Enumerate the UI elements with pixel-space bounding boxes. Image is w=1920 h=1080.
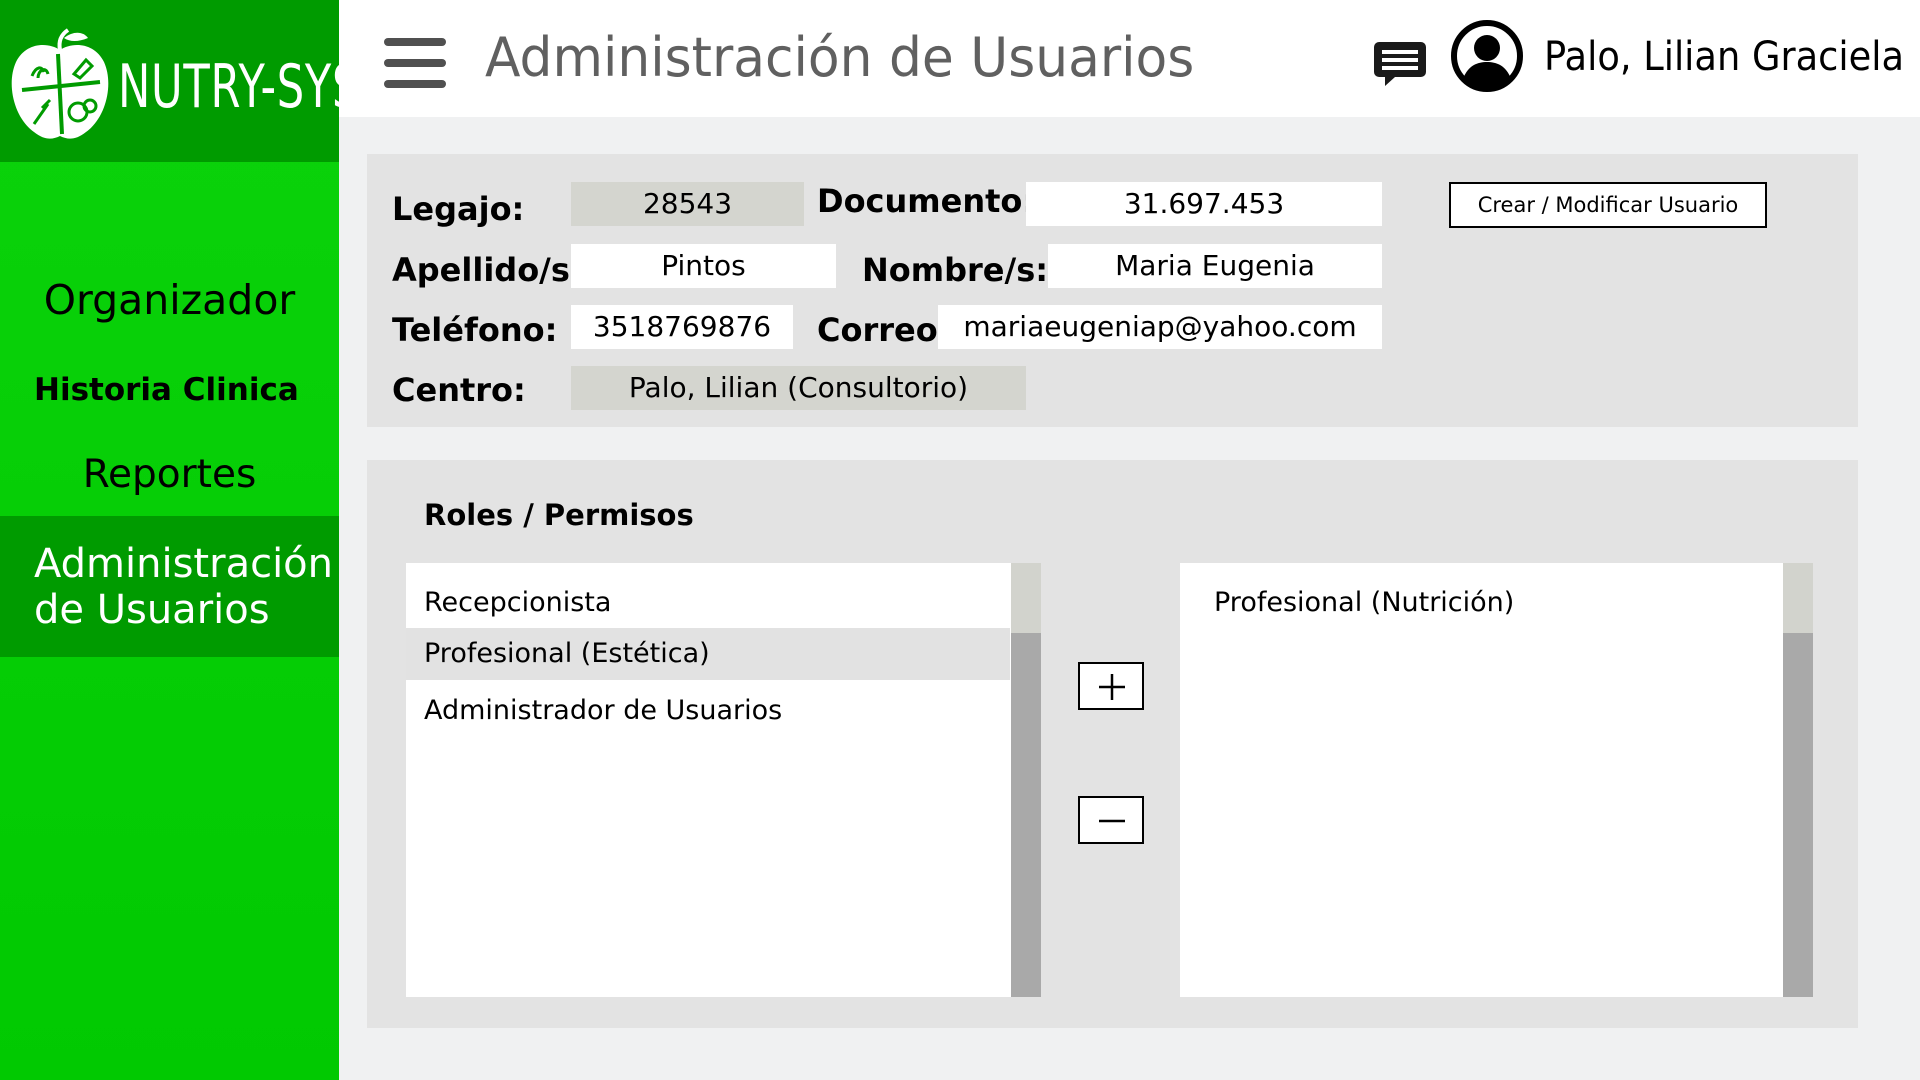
correo-field[interactable]: mariaeugeniap@yahoo.com [938, 305, 1382, 349]
list-item[interactable]: Administrador de Usuarios [406, 685, 1010, 737]
legajo-field: 28543 [571, 182, 804, 226]
logo: NUTRY-SYS [0, 0, 359, 162]
sidebar-item-reportes[interactable]: Reportes [0, 452, 339, 497]
scrollbar-thumb[interactable] [1783, 563, 1813, 633]
plus-icon [1099, 674, 1125, 700]
sidebar-item-administracion-usuarios[interactable]: Administración de Usuarios [0, 516, 339, 657]
sidebar-item-historia-clinica[interactable]: Historia Clinica [34, 372, 373, 408]
list-item[interactable]: Profesional (Estética) [406, 628, 1010, 680]
chat-icon[interactable] [1373, 38, 1427, 88]
user-avatar-icon[interactable] [1450, 19, 1524, 93]
telefono-field[interactable]: 3518769876 [571, 305, 793, 349]
menu-icon[interactable] [384, 38, 446, 88]
centro-field[interactable]: Palo, Lilian (Consultorio) [571, 366, 1026, 410]
documento-label: Documento: [817, 182, 1036, 220]
remove-role-button[interactable] [1078, 796, 1144, 844]
create-modify-user-button[interactable]: Crear / Modificar Usuario [1449, 182, 1767, 228]
add-role-button[interactable] [1078, 662, 1144, 710]
documento-field[interactable]: 31.697.453 [1026, 182, 1382, 226]
legajo-label: Legajo: [392, 190, 525, 228]
sidebar-item-organizador[interactable]: Organizador [0, 276, 339, 324]
apellido-field[interactable]: Pintos [571, 244, 836, 288]
nombre-field[interactable]: Maria Eugenia [1048, 244, 1382, 288]
apellido-label: Apellido/s: [392, 251, 583, 289]
apple-logo-icon [11, 28, 109, 139]
assigned-roles-list[interactable]: Profesional (Nutrición) [1180, 563, 1813, 997]
minus-icon [1099, 819, 1125, 823]
sidebar: NUTRY-SYS Organizador Historia Clinica R… [0, 0, 359, 1080]
page-title: Administración de Usuarios [485, 26, 1195, 89]
centro-label: Centro: [392, 371, 526, 409]
scrollbar-thumb[interactable] [1011, 563, 1041, 633]
app-logo-text: NUTRY-SYS [118, 52, 361, 122]
correo-label: Correo: [817, 311, 951, 349]
nombre-label: Nombre/s: [862, 251, 1049, 289]
user-name: Palo, Lilian Graciela [1544, 34, 1905, 80]
available-roles-list[interactable]: Recepcionista Profesional (Estética) Adm… [406, 563, 1041, 997]
telefono-label: Teléfono: [392, 311, 558, 349]
list-item[interactable]: Profesional (Nutrición) [1180, 577, 1784, 629]
roles-title: Roles / Permisos [424, 498, 694, 532]
list-item[interactable]: Recepcionista [406, 577, 1010, 629]
